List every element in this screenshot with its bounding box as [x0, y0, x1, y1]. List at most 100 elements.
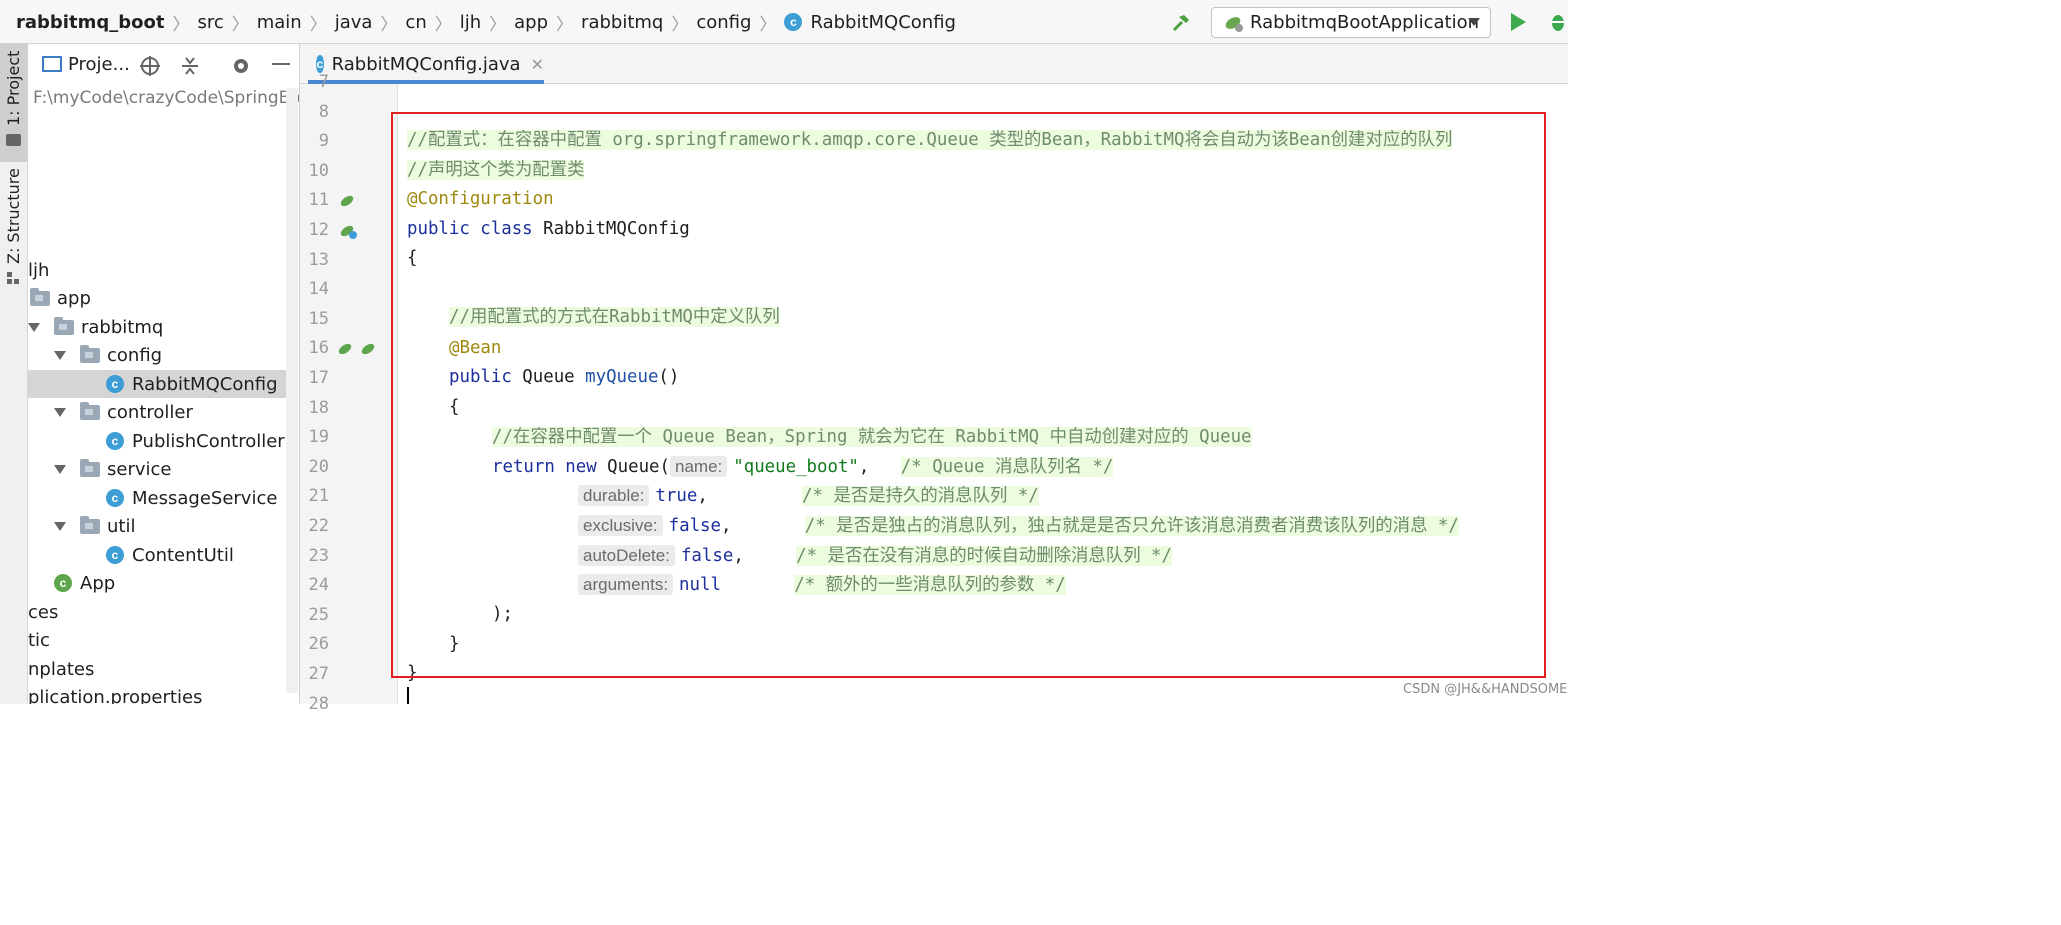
text-caret	[407, 687, 409, 704]
line-number: 13	[308, 249, 329, 270]
build-hammer-icon[interactable]	[1170, 12, 1192, 34]
project-tree-item[interactable]: nplates	[28, 655, 286, 683]
expand-arrow-icon[interactable]	[54, 464, 66, 474]
project-view-icon	[42, 56, 62, 72]
project-tree-item[interactable]: tic	[28, 626, 286, 654]
project-tree-item[interactable]: service	[28, 455, 286, 483]
project-tree-item[interactable]: config	[28, 341, 286, 369]
breadcrumb-separator: 〉	[434, 14, 452, 35]
spring-boot-icon	[1224, 13, 1244, 33]
line-number: 24	[308, 575, 329, 596]
line-number: 28	[308, 693, 329, 714]
project-tree-item[interactable]: app	[28, 284, 286, 312]
breadcrumb-separator: 〉	[380, 14, 398, 35]
expand-arrow-icon[interactable]	[54, 521, 66, 531]
breadcrumb-item[interactable]: c RabbitMQConfig	[784, 12, 956, 33]
line-number: 15	[308, 308, 329, 329]
breadcrumb-item[interactable]: rabbitmq	[581, 12, 663, 33]
project-tree-item[interactable]: c App	[28, 569, 286, 597]
package-folder-icon	[80, 458, 100, 477]
line-number: 19	[308, 427, 329, 448]
package-folder-icon	[80, 515, 100, 534]
breadcrumb-separator: 〉	[309, 14, 327, 35]
param-hint: name:	[670, 456, 728, 477]
gear-icon[interactable]	[230, 55, 252, 82]
package-folder-icon	[80, 344, 100, 363]
code-line-27: }	[407, 663, 418, 683]
spring-app-icon: c	[54, 574, 72, 592]
line-number: 22	[308, 516, 329, 536]
project-tree-item[interactable]: plication.properties	[28, 683, 286, 705]
line-number: 26	[308, 634, 329, 655]
project-panel: Proje... F:\myCode\crazyCode\SpringBoo l…	[28, 44, 300, 704]
project-tree-item[interactable]: c MessageService	[28, 484, 286, 512]
project-view-select[interactable]: Proje...	[68, 54, 130, 75]
breadcrumb-separator: 〉	[489, 14, 507, 35]
project-tree-item[interactable]: c PublishController	[28, 427, 286, 455]
bean-config-icon[interactable]	[338, 222, 358, 244]
expand-arrow-icon[interactable]	[28, 322, 40, 332]
structure-tab-label: Z: Structure	[4, 168, 23, 264]
line-number: 11	[308, 190, 329, 211]
project-tree-item[interactable]: c RabbitMQConfig	[28, 370, 286, 398]
code-line-17: public Queue myQueue()	[449, 367, 680, 387]
breadcrumb-item[interactable]: main	[257, 12, 302, 33]
tab-project[interactable]: 1: Project	[0, 44, 28, 162]
collapse-all-icon[interactable]	[180, 56, 200, 81]
line-number: 20	[308, 456, 329, 477]
line-number: 9	[318, 131, 329, 152]
run-configuration-select[interactable]: RabbitmqBootApplication	[1211, 7, 1491, 38]
project-tree-item[interactable]: util	[28, 512, 286, 540]
param-hint: durable:	[578, 485, 650, 506]
class-icon: c	[784, 13, 803, 31]
code-line-21: durable: true, /* 是否是持久的消息队列 */	[578, 481, 1039, 510]
project-tab-label: 1: Project	[4, 50, 23, 126]
bean-method-icon[interactable]	[336, 340, 378, 362]
code-line-16: @Bean	[449, 338, 502, 358]
line-number: 16	[308, 338, 329, 359]
package-folder-icon	[80, 401, 100, 420]
code-line-11: @Configuration	[407, 189, 554, 209]
structure-icon	[7, 269, 21, 284]
class-icon: c	[106, 375, 124, 393]
expand-arrow-icon[interactable]	[54, 407, 66, 417]
bean-config-icon[interactable]	[338, 192, 356, 214]
editor-tabs: c RabbitMQConfig.java ✕	[300, 44, 1568, 84]
breadcrumb-item[interactable]: rabbitmq_boot	[16, 12, 164, 33]
breadcrumb-item[interactable]: cn	[405, 12, 426, 33]
line-number: 27	[308, 664, 329, 684]
debug-bug-icon[interactable]	[1548, 11, 1568, 33]
locate-target-icon[interactable]	[140, 56, 160, 81]
close-icon[interactable]: ✕	[531, 55, 544, 74]
project-tree-item[interactable]: ces	[28, 598, 286, 626]
class-icon: c	[106, 546, 124, 564]
expand-arrow-icon[interactable]	[54, 350, 66, 360]
project-tree-item[interactable]: c ContentUtil	[28, 541, 286, 569]
code-editor[interactable]: //配置式：在容器中配置 org.springframework.amqp.co…	[398, 84, 1568, 704]
breadcrumb-separator: 〉	[172, 14, 190, 35]
project-tree-item[interactable]: rabbitmq	[28, 313, 286, 341]
class-icon: c	[316, 55, 324, 73]
folder-icon	[6, 134, 21, 146]
breadcrumb-item[interactable]: src	[197, 12, 223, 33]
breadcrumb-separator: 〉	[231, 14, 249, 35]
code-line-18: {	[449, 397, 460, 417]
breadcrumb-item[interactable]: config	[696, 12, 751, 33]
breadcrumb-item[interactable]: ljh	[460, 12, 481, 33]
code-line-20: return new Queue(name: "queue_boot", /* Q…	[492, 456, 1114, 477]
breadcrumb-item[interactable]: app	[514, 12, 548, 33]
project-panel-header: Proje...	[28, 44, 299, 84]
hide-panel-icon[interactable]	[272, 63, 290, 65]
code-line-23: autoDelete: false, /* 是否在没有消息的时候自动删除消息队列 …	[578, 541, 1172, 570]
breadcrumb-item[interactable]: java	[335, 12, 373, 33]
line-number: 14	[308, 279, 329, 300]
tab-structure[interactable]: Z: Structure	[0, 168, 28, 289]
project-tree-item[interactable]: controller	[28, 398, 286, 426]
run-play-icon[interactable]	[1511, 13, 1526, 31]
breadcrumb: rabbitmq_boot 〉 src 〉 main 〉 java 〉 cn 〉 ljh 〉 app 〉 r…	[16, 0, 956, 44]
project-tree-item[interactable]: ljh	[28, 256, 286, 284]
breadcrumb-separator: 〉	[556, 14, 574, 35]
line-number: 18	[308, 397, 329, 418]
line-number: 12	[308, 220, 329, 240]
tab-rabbitmqconfig-java[interactable]: c RabbitMQConfig.java ✕	[308, 44, 544, 84]
